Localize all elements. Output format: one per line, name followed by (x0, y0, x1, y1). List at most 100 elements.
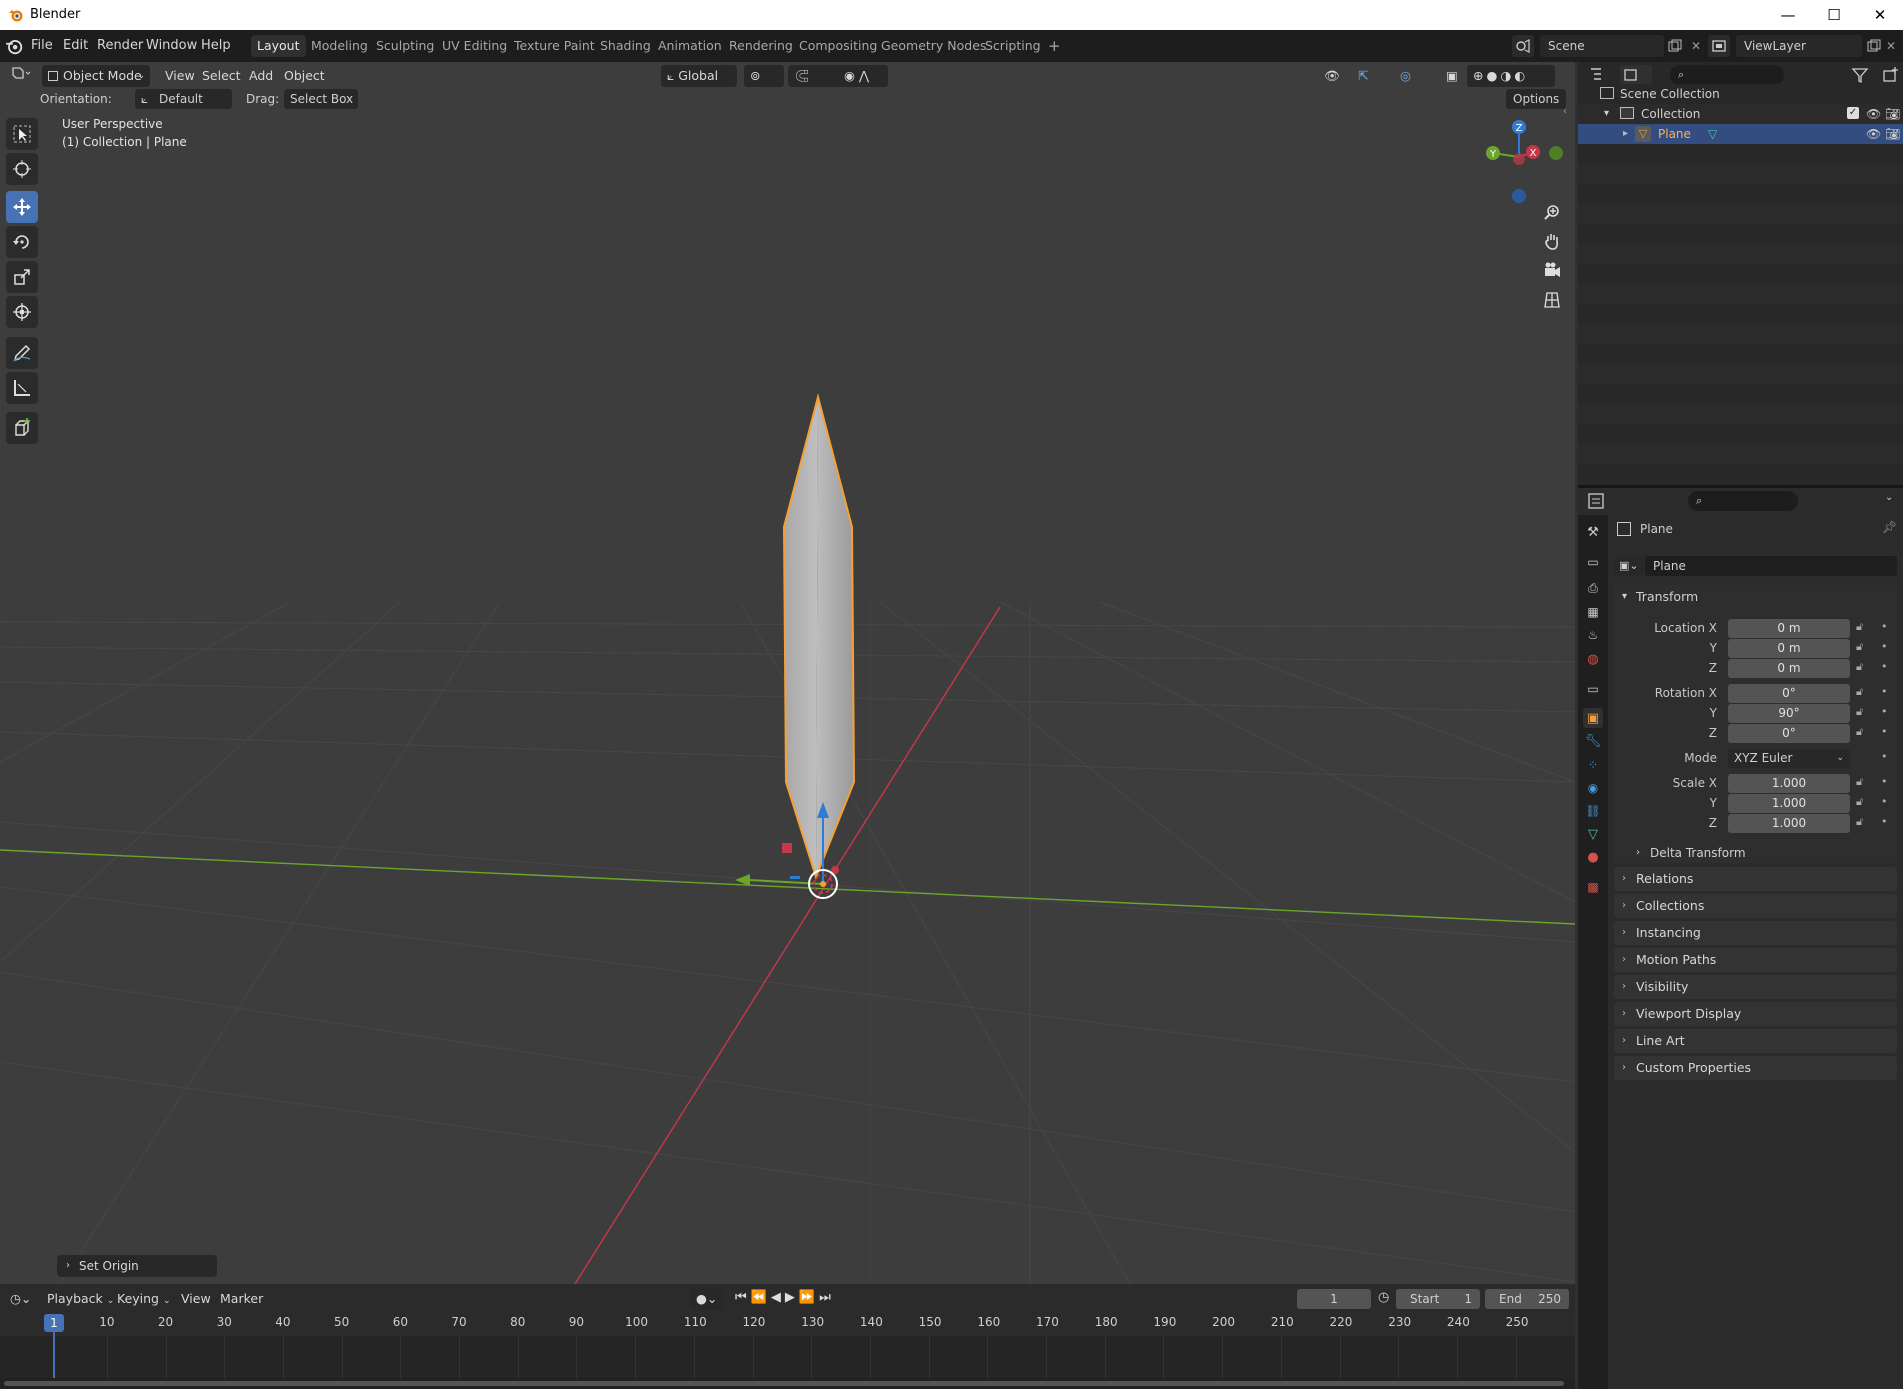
cursor-tool[interactable] (6, 153, 38, 185)
start-frame-field[interactable]: Start 1 (1396, 1289, 1480, 1309)
tab-uv-editing[interactable]: UV Editing (436, 35, 513, 57)
tool-tab[interactable]: ⚒ (1583, 522, 1603, 542)
jump-start-icon[interactable]: ⏮ (735, 1290, 751, 1305)
chevron-down-icon[interactable]: ⌄ (1885, 492, 1893, 503)
menu-file[interactable]: File (31, 30, 53, 62)
viewlayer-name-field[interactable]: ViewLayer (1736, 35, 1862, 57)
constraints-tab[interactable]: ⛓︎ (1583, 801, 1603, 821)
delta-transform-subpanel[interactable]: › Delta Transform (1630, 843, 1890, 863)
tab-animation[interactable]: Animation (652, 35, 728, 57)
add-menu[interactable]: Add (243, 65, 279, 87)
object-menu[interactable]: Object (278, 65, 331, 87)
play-reverse-icon[interactable]: ◀ (771, 1290, 785, 1305)
visibility-dropdown[interactable]: 👁︎ (1318, 65, 1346, 87)
outliner-row-scene-collection[interactable]: Scene Collection (1578, 84, 1903, 104)
instancing-panel[interactable]: › Instancing (1614, 921, 1897, 945)
auto-keying-toggle[interactable]: ●⌄ (690, 1288, 724, 1310)
world-tab[interactable]: ◍ (1583, 649, 1603, 669)
keyframe-dot[interactable]: • (1881, 705, 1888, 718)
keying-menu[interactable]: Keying ⌄ (111, 1288, 177, 1310)
new-scene-button[interactable] (1665, 35, 1685, 57)
tab-texture-paint[interactable]: Texture Paint (508, 35, 601, 57)
collections-panel[interactable]: › Collections (1614, 894, 1897, 918)
minimize-button[interactable]: — (1765, 0, 1811, 30)
output-tab[interactable]: ⎙ (1583, 578, 1603, 598)
outliner-editor-type[interactable] (1588, 65, 1618, 85)
next-keyframe-icon[interactable]: ⏩ (799, 1290, 819, 1305)
add-workspace-button[interactable]: + (1042, 35, 1067, 57)
move-tool[interactable] (6, 191, 38, 223)
object-browse-button[interactable]: ▣⌄ (1614, 556, 1644, 576)
rotation-mode-dropdown[interactable]: XYZ Euler ⌄ (1728, 749, 1850, 768)
outliner-search-input[interactable]: ⌕ (1670, 65, 1784, 85)
scene-name-field[interactable]: Scene (1540, 35, 1664, 57)
new-viewlayer-button[interactable] (1864, 35, 1884, 57)
particles-tab[interactable]: ⁘ (1583, 755, 1603, 775)
timeline-scrollbar[interactable] (0, 1378, 1575, 1389)
keyframe-dot[interactable]: • (1881, 620, 1888, 633)
keyframe-dot[interactable]: • (1881, 775, 1888, 788)
mesh-data-icon[interactable]: ▽ (1708, 124, 1717, 144)
add-cube-tool[interactable] (6, 412, 38, 444)
tab-rendering[interactable]: Rendering (723, 35, 799, 57)
playback-menu[interactable]: Playback ⌄ (41, 1288, 120, 1310)
collection-tab[interactable]: ▭ (1583, 679, 1603, 699)
close-button[interactable]: ✕ (1857, 0, 1903, 30)
ortho-toggle-button[interactable] (1539, 287, 1565, 313)
prev-keyframe-icon[interactable]: ⏪ (751, 1290, 771, 1305)
new-collection-button[interactable] (1881, 65, 1901, 85)
keyframe-dot[interactable]: • (1881, 685, 1888, 698)
keyframe-dot[interactable]: • (1881, 660, 1888, 673)
last-operator-panel[interactable]: › Set Origin (57, 1255, 217, 1277)
tab-modeling[interactable]: Modeling (305, 35, 374, 57)
timeline-editor-type[interactable]: ◷⌄ (4, 1288, 37, 1310)
lock-icon[interactable]: 🔓︎ (1856, 660, 1863, 674)
preview-range-icon[interactable]: ◷ (1378, 1290, 1389, 1305)
keyframe-dot[interactable]: • (1881, 815, 1888, 828)
lock-icon[interactable]: 🔓︎ (1856, 725, 1863, 739)
lock-icon[interactable]: 🔓︎ (1856, 815, 1863, 829)
zoom-view-button[interactable] (1539, 199, 1565, 225)
eye-icon[interactable]: 👁︎ (1866, 104, 1881, 124)
orientation-setting-dropdown[interactable]: ⟀ Default (135, 89, 232, 109)
tab-compositing[interactable]: Compositing (793, 35, 883, 57)
exclude-checkbox[interactable]: ✓ (1847, 107, 1859, 119)
line-art-panel[interactable]: › Line Art (1614, 1029, 1897, 1053)
lock-icon[interactable]: 🔓︎ (1856, 640, 1863, 654)
properties-editor-type[interactable] (1586, 491, 1616, 511)
overlays-toggle[interactable]: ◎ (1394, 65, 1417, 87)
object-name-field[interactable]: Plane (1645, 556, 1897, 576)
tab-layout[interactable]: Layout (251, 35, 306, 57)
location-x-field[interactable]: 0 m (1728, 619, 1850, 638)
lock-icon[interactable]: 🔓︎ (1856, 620, 1863, 634)
outliner-row-plane[interactable]: ▸ ▽ Plane ▽ 👁︎ 📷︎ (1578, 124, 1903, 144)
xray-toggle[interactable]: ▣ (1440, 65, 1464, 87)
object-tab[interactable]: ▣ (1583, 708, 1603, 728)
editor-type-button[interactable] (4, 65, 38, 87)
keyframe-dot[interactable]: • (1881, 750, 1888, 763)
lock-icon[interactable]: 🔓︎ (1856, 685, 1863, 699)
keyframe-dot[interactable]: • (1881, 725, 1888, 738)
tab-geometry-nodes[interactable]: Geometry Nodes (875, 35, 992, 57)
scale-x-field[interactable]: 1.000 (1728, 774, 1850, 793)
texture-tab[interactable]: ▩ (1583, 877, 1603, 897)
camera-view-button[interactable] (1539, 257, 1565, 283)
proportional-edit-toggle[interactable]: ◉ ⋀ (838, 65, 888, 87)
menu-render[interactable]: Render (97, 30, 143, 62)
rotation-x-field[interactable]: 0° (1728, 684, 1850, 703)
blender-menu-icon[interactable] (5, 37, 23, 55)
data-tab[interactable]: ▽ (1583, 824, 1603, 844)
menu-help[interactable]: Help (201, 30, 231, 62)
transform-panel-header[interactable]: ▾ Transform (1614, 585, 1897, 609)
scale-z-field[interactable]: 1.000 (1728, 814, 1850, 833)
render-tab[interactable]: ▭ (1583, 552, 1603, 572)
keyframe-dot[interactable]: • (1881, 640, 1888, 653)
select-menu[interactable]: Select (196, 65, 247, 87)
timeline-view-menu[interactable]: View (175, 1288, 217, 1310)
scrollbar-thumb[interactable] (4, 1381, 1564, 1386)
rotate-tool[interactable] (6, 226, 38, 258)
location-z-field[interactable]: 0 m (1728, 659, 1850, 678)
motion-paths-panel[interactable]: › Motion Paths (1614, 948, 1897, 972)
menu-window[interactable]: Window (146, 30, 197, 62)
modifiers-tab[interactable]: 🔧︎ (1583, 731, 1603, 751)
